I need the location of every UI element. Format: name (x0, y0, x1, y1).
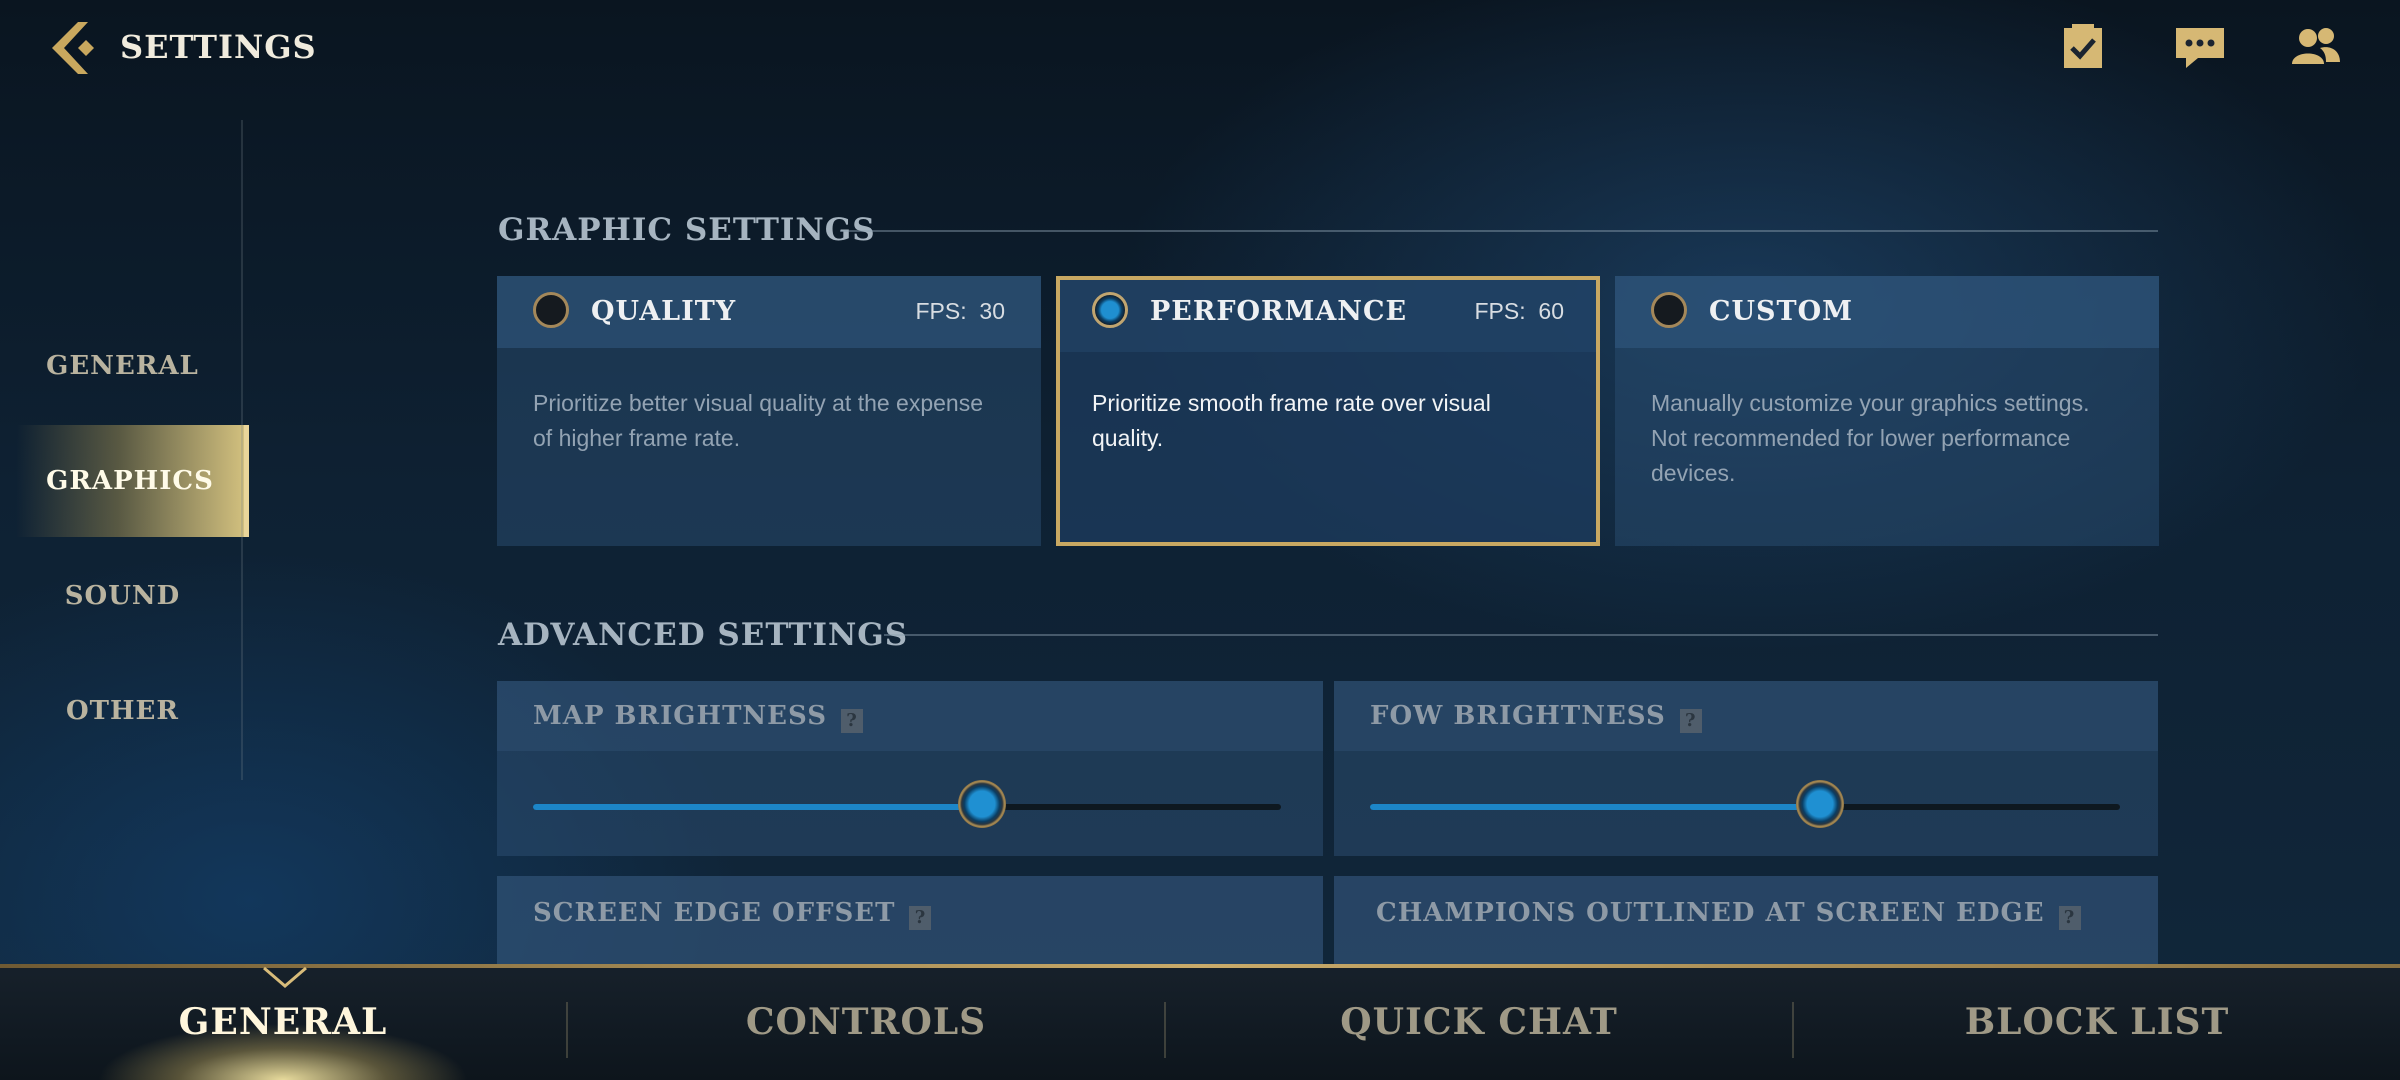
tab-general[interactable]: GENERAL (0, 964, 566, 1080)
advanced-settings-heading: ADVANCED SETTINGS (498, 617, 909, 653)
performance-radio[interactable] (1092, 292, 1128, 328)
preset-name: QUALITY (591, 296, 737, 327)
fow-brightness-panel: FOW BRIGHTNESS? (1334, 681, 2158, 856)
tab-quick-chat[interactable]: QUICK CHAT (1166, 964, 1792, 1080)
chat-bubble-icon[interactable] (2174, 24, 2226, 72)
help-icon[interactable]: ? (840, 709, 863, 733)
preset-name: CUSTOM (1709, 296, 1854, 327)
preset-name: PERFORMANCE (1150, 296, 1408, 327)
champions-outlined-panel: CHAMPIONS OUTLINED AT SCREEN EDGE? (1334, 876, 2158, 966)
preset-card-custom[interactable]: CUSTOM Manually customize your graphics … (1615, 276, 2159, 546)
tab-controls[interactable]: CONTROLS (568, 964, 1164, 1080)
preset-card-performance[interactable]: PERFORMANCE FPS: 60 Prioritize smooth fr… (1056, 276, 1600, 546)
preset-card-quality[interactable]: QUALITY FPS: 30 Prioritize better visual… (497, 276, 1041, 546)
help-icon[interactable]: ? (1679, 709, 1702, 733)
sidebar-item-general[interactable]: GENERAL (0, 310, 245, 422)
screen-edge-offset-label: SCREEN EDGE OFFSET? (533, 898, 932, 930)
sidebar-item-sound[interactable]: SOUND (0, 540, 245, 652)
screen-edge-offset-panel: SCREEN EDGE OFFSET? (497, 876, 1323, 966)
preset-description: Prioritize smooth frame rate over visual… (1092, 390, 1491, 451)
clipboard-check-icon[interactable] (2058, 24, 2110, 72)
preset-description: Prioritize better visual quality at the … (533, 390, 984, 451)
top-bar: SETTINGS (0, 0, 2400, 100)
help-icon[interactable]: ? (909, 906, 932, 930)
friends-icon[interactable] (2290, 24, 2342, 72)
section-divider (840, 230, 2158, 232)
champions-outlined-label: CHAMPIONS OUTLINED AT SCREEN EDGE? (1376, 898, 2081, 930)
page-title: SETTINGS (120, 28, 317, 66)
graphic-settings-heading: GRAPHIC SETTINGS (498, 212, 876, 248)
slider-thumb[interactable] (957, 780, 1006, 828)
map-brightness-label: MAP BRIGHTNESS? (533, 701, 863, 733)
map-brightness-panel: MAP BRIGHTNESS? (497, 681, 1323, 856)
map-brightness-slider[interactable] (533, 780, 1281, 828)
custom-radio[interactable] (1651, 292, 1687, 328)
slider-fill (533, 804, 982, 810)
quality-radio[interactable] (533, 292, 569, 328)
sidebar-divider (241, 120, 243, 780)
preset-description: Manually customize your graphics setting… (1651, 390, 2090, 486)
back-arrow-icon[interactable] (48, 18, 104, 78)
fow-brightness-slider[interactable] (1370, 780, 2120, 828)
fps-value: FPS: 60 (1474, 298, 1565, 324)
slider-fill (1370, 804, 1820, 810)
tab-block-list[interactable]: BLOCK LIST (1794, 964, 2400, 1080)
sidebar-item-graphics[interactable]: GRAPHICS (16, 425, 249, 537)
help-icon[interactable]: ? (2058, 906, 2081, 930)
sidebar-item-other[interactable]: OTHER (0, 655, 245, 767)
fow-brightness-label: FOW BRIGHTNESS? (1370, 701, 1702, 733)
slider-thumb[interactable] (1796, 780, 1844, 828)
section-divider (884, 634, 2158, 636)
card-header (1615, 276, 2159, 348)
fps-value: FPS: 30 (915, 298, 1006, 324)
